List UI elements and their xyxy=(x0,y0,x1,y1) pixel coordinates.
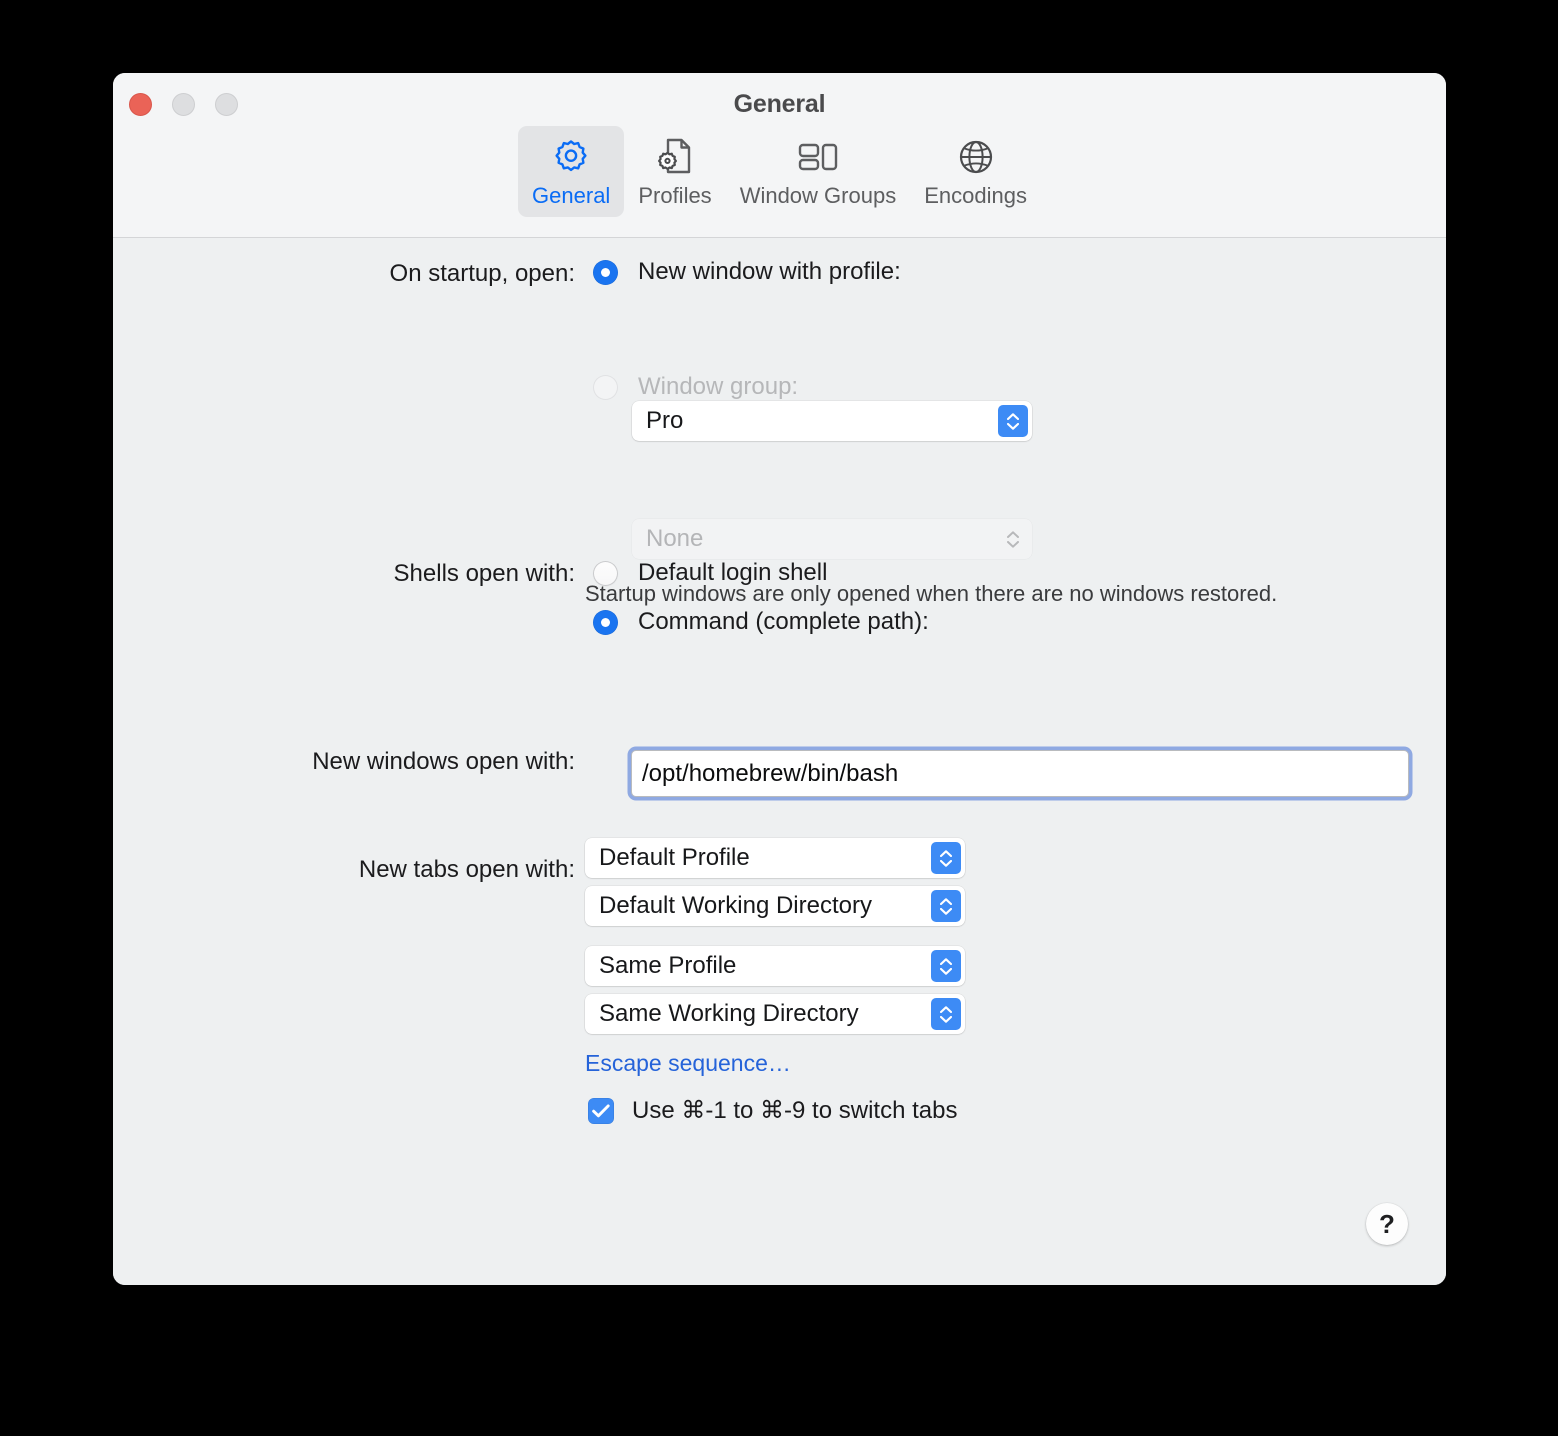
new-windows-profile-dropdown[interactable]: Default Profile xyxy=(585,838,965,878)
startup-window-group-label: Window group: xyxy=(638,373,799,400)
chevron-up-icon xyxy=(1007,530,1019,538)
switch-tabs-checkbox[interactable] xyxy=(588,1097,614,1124)
tab-encodings[interactable]: Encodings xyxy=(910,126,1041,217)
chevron-up-icon xyxy=(940,849,952,857)
new-tabs-directory-stepper[interactable] xyxy=(931,998,961,1030)
new-windows-directory-value: Default Working Directory xyxy=(599,892,872,919)
new-windows-profile-stepper[interactable] xyxy=(931,842,961,874)
shells-command-radio[interactable] xyxy=(593,609,618,635)
shells-command-radio-row[interactable]: Command (complete path): xyxy=(593,608,929,636)
shells-label-wrap: Shells open with: xyxy=(113,560,575,588)
document-gear-icon xyxy=(654,135,696,179)
new-tabs-directory-value: Same Working Directory xyxy=(599,1000,859,1027)
new-tabs-directory-dropdown[interactable]: Same Working Directory xyxy=(585,994,965,1034)
new-tabs-label: New tabs open with: xyxy=(358,856,575,883)
tab-general[interactable]: General xyxy=(518,126,625,217)
window-titlebar: General General Profiles Window Groups E… xyxy=(113,73,1446,238)
shells-default-login-radio-row[interactable]: Default login shell xyxy=(593,559,827,587)
startup-window-group-dropdown: None xyxy=(632,519,1032,559)
new-windows-label: New windows open with: xyxy=(312,748,575,775)
startup-label-wrap: On startup, open: xyxy=(113,260,575,288)
chevron-down-icon xyxy=(940,907,952,915)
startup-new-window-radio[interactable] xyxy=(593,259,618,285)
startup-label: On startup, open: xyxy=(389,260,575,287)
tab-profiles[interactable]: Profiles xyxy=(624,126,725,217)
help-button[interactable]: ? xyxy=(1366,1203,1408,1245)
startup-profile-value: Pro xyxy=(646,407,684,434)
chevron-down-icon xyxy=(1007,422,1019,430)
shells-command-field[interactable]: /opt/homebrew/bin/bash xyxy=(631,750,1409,797)
new-tabs-label-wrap: New tabs open with: xyxy=(113,856,575,884)
window-title: General xyxy=(733,90,826,118)
tab-window-groups[interactable]: Window Groups xyxy=(726,126,911,217)
tab-general-label: General xyxy=(532,183,611,208)
startup-profile-dropdown[interactable]: Pro xyxy=(632,401,1032,441)
shells-label: Shells open with: xyxy=(393,560,575,587)
chevron-down-icon xyxy=(940,859,952,867)
startup-new-window-label: New window with profile: xyxy=(638,258,901,285)
startup-window-group-stepper xyxy=(998,523,1028,555)
tab-window-groups-label: Window Groups xyxy=(739,183,897,208)
new-windows-directory-stepper[interactable] xyxy=(931,890,961,922)
tab-encodings-label: Encodings xyxy=(924,183,1027,208)
chevron-up-icon xyxy=(940,897,952,905)
chevron-up-icon xyxy=(940,957,952,965)
chevron-down-icon xyxy=(1007,540,1019,548)
new-tabs-profile-dropdown[interactable]: Same Profile xyxy=(585,946,965,986)
shells-command-label: Command (complete path): xyxy=(638,608,929,635)
chevron-down-icon xyxy=(940,967,952,975)
checkmark-icon xyxy=(592,1103,610,1117)
startup-window-group-radio-row[interactable]: Window group: xyxy=(593,373,798,401)
preferences-window: General General Profiles Window Groups E… xyxy=(113,73,1446,1285)
gear-icon xyxy=(550,135,592,179)
general-settings-pane: On startup, open: New window with profil… xyxy=(113,238,1446,1285)
shells-default-login-label: Default login shell xyxy=(638,559,828,586)
chevron-up-icon xyxy=(940,1005,952,1013)
startup-window-group-value: None xyxy=(646,525,704,552)
escape-sequence-link-wrap[interactable]: Escape sequence… xyxy=(585,1050,791,1077)
window-groups-icon xyxy=(795,135,841,179)
new-windows-profile-value: Default Profile xyxy=(599,844,750,871)
new-windows-label-wrap: New windows open with: xyxy=(113,748,575,776)
escape-sequence-link[interactable]: Escape sequence… xyxy=(585,1050,791,1076)
help-button-label: ? xyxy=(1379,1208,1395,1239)
chevron-up-icon xyxy=(1007,412,1019,420)
new-tabs-profile-stepper[interactable] xyxy=(931,950,961,982)
shells-command-value: /opt/homebrew/bin/bash xyxy=(642,759,899,787)
startup-window-group-radio[interactable] xyxy=(593,374,618,400)
startup-profile-stepper[interactable] xyxy=(998,405,1028,437)
shells-default-login-radio[interactable] xyxy=(593,560,618,586)
switch-tabs-checkbox-row[interactable]: Use ⌘-1 to ⌘-9 to switch tabs xyxy=(588,1096,957,1125)
startup-new-window-radio-row[interactable]: New window with profile: xyxy=(593,258,901,286)
new-windows-directory-dropdown[interactable]: Default Working Directory xyxy=(585,886,965,926)
new-tabs-profile-value: Same Profile xyxy=(599,952,737,979)
globe-icon xyxy=(955,135,997,179)
switch-tabs-label: Use ⌘-1 to ⌘-9 to switch tabs xyxy=(632,1097,958,1124)
preferences-toolbar: General Profiles Window Groups Encodings xyxy=(113,126,1446,217)
tab-profiles-label: Profiles xyxy=(638,183,712,208)
chevron-down-icon xyxy=(940,1015,952,1023)
